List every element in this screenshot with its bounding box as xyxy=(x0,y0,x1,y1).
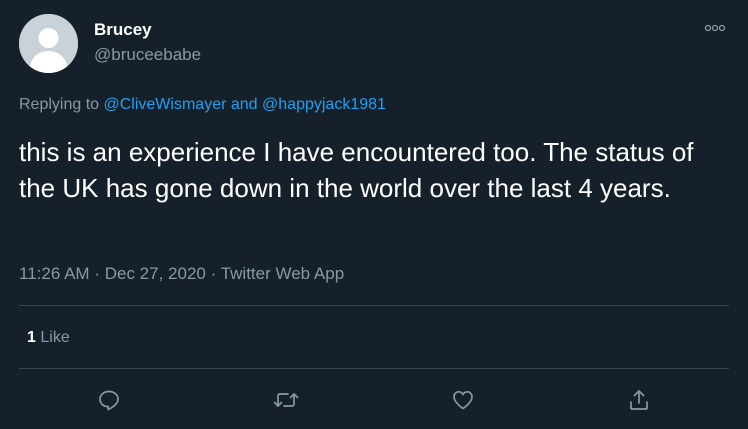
retweet-button[interactable] xyxy=(272,386,300,414)
mention-connector: and xyxy=(230,96,258,113)
tweet-time[interactable]: 11:26 AM xyxy=(19,264,90,283)
default-profile-icon xyxy=(19,14,78,73)
meta-separator: · xyxy=(210,264,217,283)
retweet-icon xyxy=(273,393,299,407)
share-button[interactable] xyxy=(625,386,653,414)
meta-separator: · xyxy=(94,264,100,283)
divider xyxy=(19,368,729,369)
likes-stat[interactable]: 1 Like xyxy=(27,327,70,349)
reply-icon xyxy=(99,390,119,411)
tweet-source[interactable]: Twitter Web App xyxy=(221,264,344,283)
like-button[interactable] xyxy=(449,386,477,414)
replying-to-label: Replying to xyxy=(19,96,100,113)
display-name[interactable]: Brucey xyxy=(94,19,152,41)
tweet-metadata: 11:26 AM · Dec 27, 2020 · Twitter Web Ap… xyxy=(19,263,344,285)
more-dots-icon xyxy=(704,24,726,32)
avatar[interactable] xyxy=(19,14,78,73)
tweet-date[interactable]: Dec 27, 2020 xyxy=(105,264,206,283)
mention-link[interactable]: @happyjack1981 xyxy=(262,96,386,113)
user-handle[interactable]: @bruceebabe xyxy=(94,44,201,66)
tweet-detail: Brucey @bruceebabe Replying to @CliveWis… xyxy=(0,0,748,429)
share-icon xyxy=(630,390,648,410)
divider xyxy=(19,305,729,306)
reply-button[interactable] xyxy=(95,386,123,414)
heart-icon xyxy=(453,390,473,410)
likes-count: 1 xyxy=(27,329,36,346)
more-options-button[interactable] xyxy=(700,17,730,39)
mention-link[interactable]: @CliveWismayer xyxy=(104,96,227,113)
tweet-text: this is an experience I have encountered… xyxy=(19,137,694,203)
likes-label: Like xyxy=(40,329,70,346)
reply-context: Replying to @CliveWismayer and @happyjac… xyxy=(19,94,386,116)
